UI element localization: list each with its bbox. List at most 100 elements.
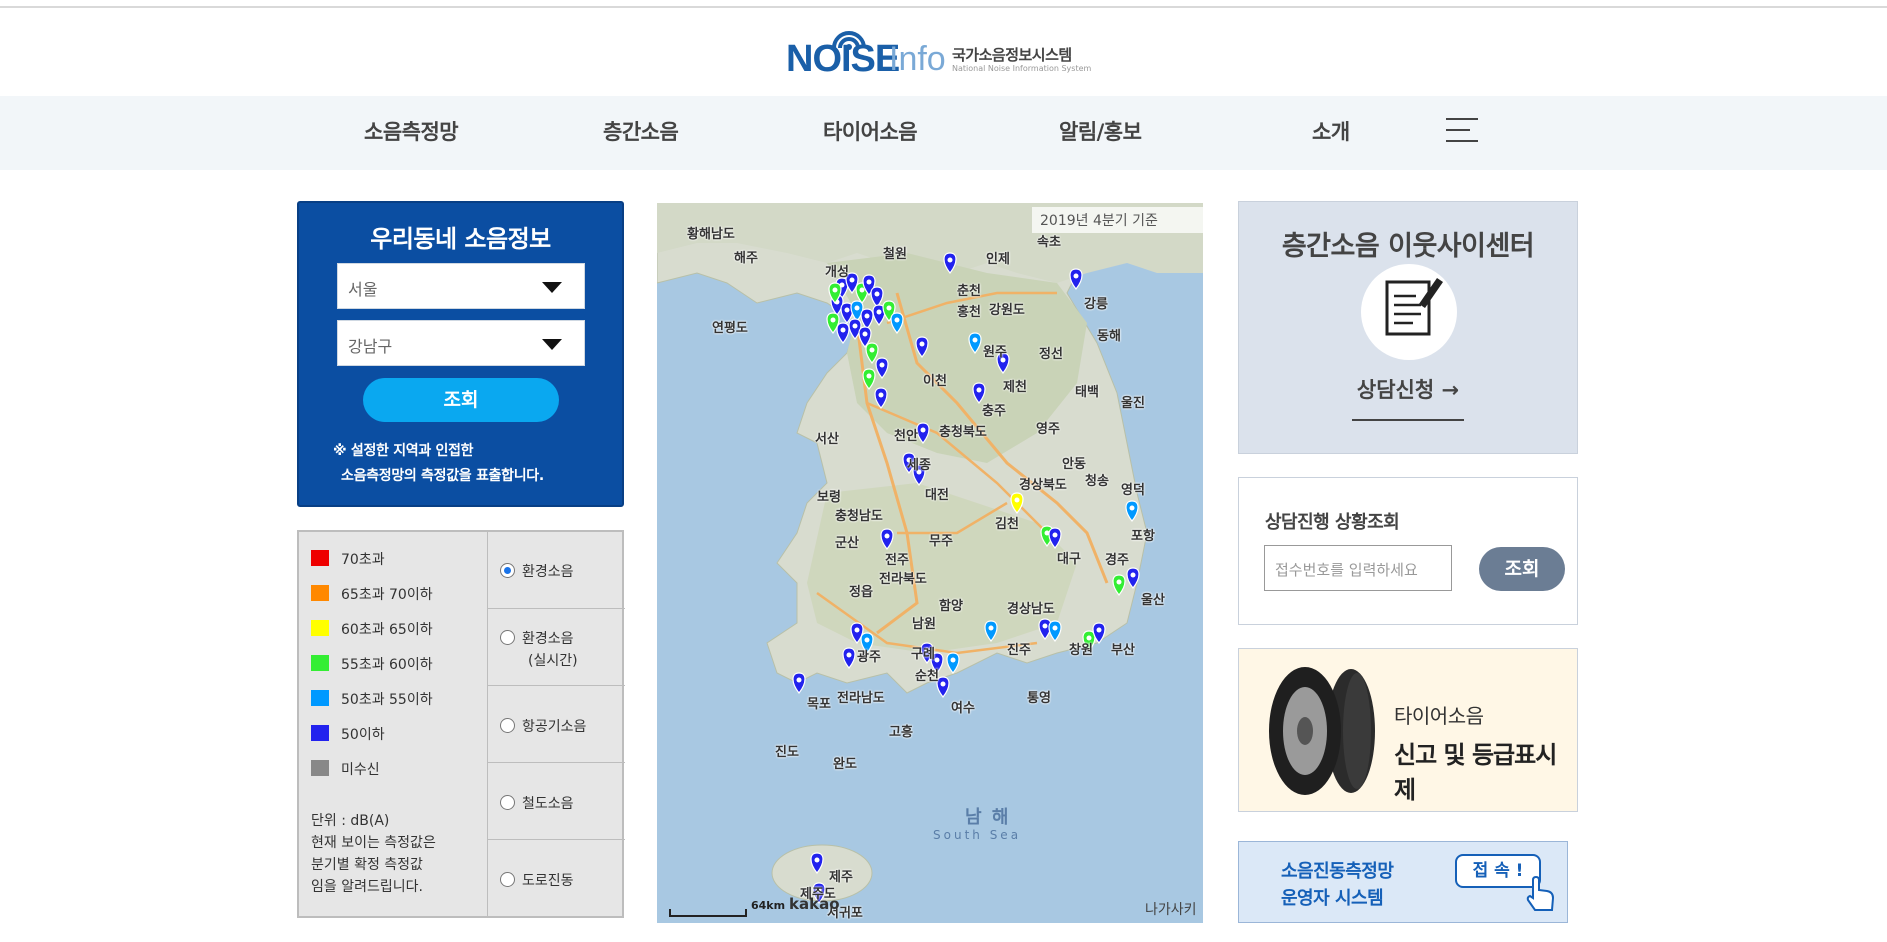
map-label: 보령 [817, 490, 841, 505]
map-pin[interactable] [836, 322, 850, 344]
map-pin-dot [844, 307, 850, 313]
legend-unit: 단위 : dB(A) [311, 813, 390, 829]
legend-item: 미수신 [311, 759, 380, 779]
city-select[interactable]: 서울 [337, 263, 585, 309]
radio-road-vibration[interactable]: 도로진동 [488, 840, 625, 916]
chevron-down-icon [542, 339, 562, 350]
map-label: 경상북도 [1019, 478, 1067, 493]
map-pin-dot [866, 279, 872, 285]
map-label: 강릉 [1084, 297, 1108, 312]
map-pin-dot [814, 857, 820, 863]
map-pin-dot [940, 681, 946, 687]
map-label: 인제 [986, 252, 1010, 267]
tire-noise-banner[interactable]: 타이어소음 신고 및 등급표시제 [1238, 648, 1578, 812]
map-pin-dot [864, 313, 870, 319]
map-label: 남원 [912, 617, 936, 632]
map-pin-dot [976, 387, 982, 393]
status-search-button[interactable]: 조회 [1479, 547, 1565, 591]
noise-map[interactable]: 2019년 4분기 기준 황해남도 해주 개성 철원 인제 속초 춘천 홍천 강… [657, 203, 1203, 923]
map-pin-dot [988, 625, 994, 631]
map-label: 원주 [983, 345, 1007, 360]
nav-item-floor-noise[interactable]: 층간소음 [603, 116, 679, 146]
map-label: 개성 [825, 265, 849, 280]
radio-aircraft-noise[interactable]: 항공기소음 [488, 686, 625, 763]
map-pin[interactable] [792, 672, 806, 694]
radio-button[interactable] [500, 630, 515, 645]
color-swatch [311, 760, 329, 776]
map-label: 경주 [1105, 553, 1129, 568]
site-logo[interactable]: NOISE Info 국가소음정보시스템 National Noise Info… [786, 22, 1106, 80]
map-pin-dot [849, 277, 855, 283]
map-pin-dot [1073, 273, 1079, 279]
pointer-hand-icon [1526, 876, 1555, 911]
map-label: 전라남도 [837, 691, 885, 706]
map-label: 황해남도 [687, 227, 735, 242]
map-label: 경상남도 [1007, 602, 1055, 617]
map-pin-dot [854, 627, 860, 633]
map-label: 해주 [734, 251, 758, 266]
map-pin-dot [886, 305, 892, 311]
map-label: 여수 [951, 701, 975, 716]
map-pin-dot [878, 392, 884, 398]
local-search-button[interactable]: 조회 [363, 378, 559, 422]
floor-noise-center-panel: 층간소음 이웃사이센터 상담신청 → [1238, 201, 1578, 454]
map-label: 태백 [1075, 385, 1099, 400]
tire-banner-line2: 신고 및 등급표시제 [1394, 741, 1557, 804]
menu-icon[interactable] [1446, 118, 1478, 144]
map-label: 영주 [1036, 422, 1060, 437]
city-select-value: 서울 [348, 280, 378, 299]
map-pin-dot [919, 341, 925, 347]
nav-item-notice[interactable]: 알림/홍보 [1059, 116, 1142, 146]
map-pin-dot [1116, 579, 1122, 585]
map-label: 영덕 [1121, 483, 1145, 498]
radio-button[interactable] [500, 563, 515, 578]
district-select[interactable]: 강남구 [337, 320, 585, 366]
top-divider [0, 6, 1887, 8]
map-pin-dot [832, 287, 838, 293]
scale-label: 64km [751, 899, 786, 912]
sea-label: 남 해 [965, 807, 1011, 828]
legend-unit-note: 단위 : dB(A) 현재 보이는 측정값은 분기별 확정 측정값 임을 알려드… [311, 810, 436, 898]
map-pin-dot [840, 327, 846, 333]
consult-apply-link[interactable]: 상담신청 → [1352, 374, 1464, 404]
radio-button[interactable] [500, 718, 515, 733]
status-title: 상담진행 상황조회 [1265, 512, 1400, 533]
map-label: 부산 [1111, 643, 1135, 658]
radio-button[interactable] [500, 795, 515, 810]
legend-item: 50이하 [311, 724, 385, 744]
map-label: 동해 [1097, 329, 1121, 344]
map-pin-dot [1052, 625, 1058, 631]
map-label: 군산 [835, 536, 859, 551]
consult-status-panel: 상담진행 상황조회 접수번호를 입력하세요 조회 [1238, 477, 1578, 625]
map-label: 세종 [907, 458, 931, 473]
legend-note-line1: 현재 보이는 측정값은 [311, 835, 436, 851]
map-pin-dot [1129, 505, 1135, 511]
nav-item-about[interactable]: 소개 [1312, 116, 1350, 146]
map-label: 전라북도 [879, 572, 927, 587]
noise-type-options: 환경소음 환경소음 (실시간) 항공기소음 철도소음 도로진동 [487, 532, 625, 916]
local-noise-panel: 우리동네 소음정보 서울 강남구 조회 ※ 설정한 지역과 인접한 소음측정망의… [297, 201, 624, 507]
tire-icon [1269, 667, 1375, 795]
map-label: 진주 [1007, 643, 1031, 658]
noise-operator-banner[interactable]: 소음진동측정망 운영자 시스템 접 속 ! [1238, 841, 1568, 923]
map-pin[interactable] [1069, 268, 1083, 290]
map-pin-dot [947, 257, 953, 263]
map-label: 홍천 [957, 305, 981, 320]
receipt-number-input[interactable]: 접수번호를 입력하세요 [1264, 545, 1452, 591]
local-note-line2: 소음측정망의 측정값을 표출합니다. [341, 468, 544, 484]
map-pin-dot [846, 652, 852, 658]
map-pin-dot [874, 291, 880, 297]
radio-railway-noise[interactable]: 철도소음 [488, 763, 625, 840]
map-pin-dot [830, 317, 836, 323]
map-pin-dot [920, 427, 926, 433]
nav-item-noise-network[interactable]: 소음측정망 [364, 116, 459, 146]
main-nav: 소음측정망 층간소음 타이어소음 알림/홍보 소개 [0, 96, 1887, 170]
radio-button[interactable] [500, 872, 515, 887]
nav-item-tire-noise[interactable]: 타이어소음 [823, 116, 918, 146]
map-label: 정선 [1039, 347, 1063, 362]
map-pin-dot [1014, 497, 1020, 503]
radio-env-noise[interactable]: 환경소음 [488, 532, 625, 609]
operator-banner-text: 소음진동측정망 운영자 시스템 [1281, 858, 1394, 912]
color-swatch [311, 620, 329, 636]
radio-env-noise-realtime[interactable]: 환경소음 (실시간) [488, 609, 625, 686]
